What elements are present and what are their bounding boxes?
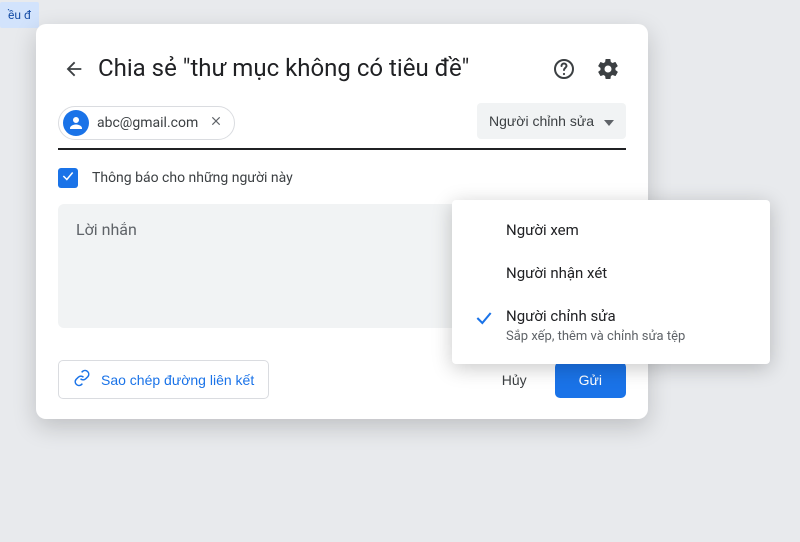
notify-label: Thông báo cho những người này xyxy=(92,170,293,186)
background-chip: ều đ xyxy=(0,2,39,28)
notify-row: Thông báo cho những người này xyxy=(58,168,626,188)
role-option-viewer[interactable]: Người xem xyxy=(452,208,770,251)
copy-link-button[interactable]: Sao chép đường liên kết xyxy=(58,360,269,399)
link-icon xyxy=(73,369,91,390)
email-chip[interactable]: abc@gmail.com xyxy=(58,106,235,140)
settings-button[interactable] xyxy=(588,50,628,90)
help-button[interactable] xyxy=(544,50,584,90)
role-option-label: Người xem xyxy=(506,221,579,239)
role-select-label: Người chỉnh sửa xyxy=(489,113,594,129)
dialog-footer: Sao chép đường liên kết Hủy Gửi xyxy=(36,360,648,399)
avatar-icon xyxy=(63,110,89,136)
role-select-button[interactable]: Người chỉnh sửa xyxy=(477,103,626,139)
dialog-header: Chia sẻ "thư mục không có tiêu đề" xyxy=(36,24,648,104)
dialog-title: Chia sẻ "thư mục không có tiêu đề" xyxy=(98,52,540,84)
send-button[interactable]: Gửi xyxy=(555,362,626,398)
role-option-commenter[interactable]: Người nhận xét xyxy=(452,251,770,294)
close-icon xyxy=(209,114,223,133)
notify-checkbox[interactable] xyxy=(58,168,78,188)
help-icon xyxy=(552,57,576,84)
role-option-sub: Sắp xếp, thêm và chỉnh sửa tệp xyxy=(506,329,750,344)
chip-remove-button[interactable] xyxy=(206,113,226,133)
recipient-row[interactable]: abc@gmail.com Người chỉnh sửa xyxy=(58,104,626,150)
check-icon xyxy=(468,308,500,328)
role-dropdown: Người xem Người nhận xét Người chỉnh sửa… xyxy=(452,200,770,364)
cancel-button[interactable]: Hủy xyxy=(484,362,545,398)
chevron-down-icon xyxy=(604,113,614,129)
chip-email-text: abc@gmail.com xyxy=(97,115,198,131)
back-button[interactable] xyxy=(56,52,92,88)
check-icon xyxy=(61,169,75,187)
gear-icon xyxy=(596,57,620,84)
copy-link-label: Sao chép đường liên kết xyxy=(101,372,254,388)
role-option-label: Người chỉnh sửa xyxy=(506,307,616,325)
role-option-editor[interactable]: Người chỉnh sửa Sắp xếp, thêm và chỉnh s… xyxy=(452,294,770,356)
arrow-left-icon xyxy=(63,58,85,83)
role-option-label: Người nhận xét xyxy=(506,264,607,282)
